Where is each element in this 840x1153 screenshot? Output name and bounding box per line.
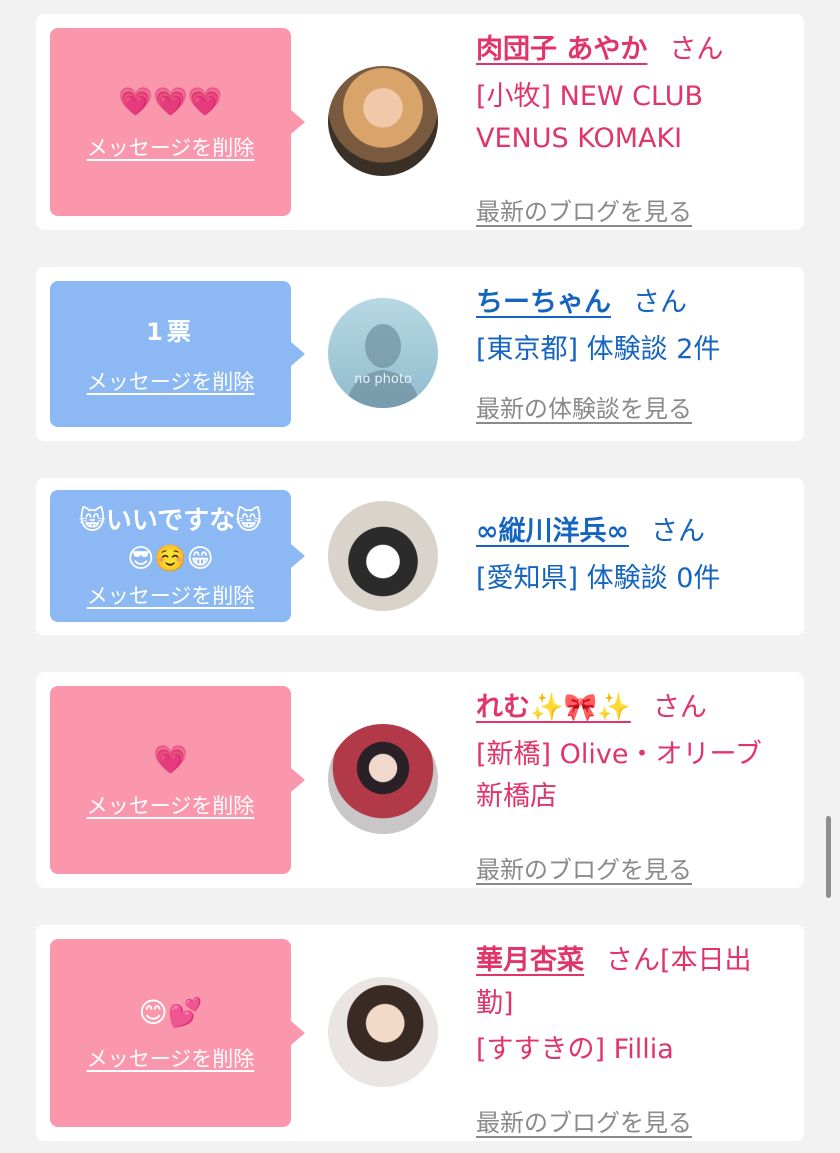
profile-info: 肉団子 あやか さん [小牧] NEW CLUB VENUS KOMAKI 最新の… bbox=[476, 28, 780, 226]
no-photo-label: no photo bbox=[354, 372, 412, 387]
profile-name-link[interactable]: 華月杏菜 bbox=[476, 945, 584, 976]
latest-blog-link[interactable]: 最新のブログを見る bbox=[476, 192, 692, 227]
avatar[interactable] bbox=[328, 501, 438, 611]
favorite-card: 1票 メッセージを削除 no photo ちーちゃん さん [東京都] 体験談 2… bbox=[36, 267, 804, 441]
delete-message-link[interactable]: メッセージを削除 bbox=[87, 132, 255, 162]
delete-message-link[interactable]: メッセージを削除 bbox=[87, 1043, 255, 1073]
avatar[interactable] bbox=[328, 724, 438, 834]
message-bubble: 💗 メッセージを削除 bbox=[50, 686, 305, 874]
message-text: 1票 bbox=[146, 318, 195, 346]
message-text: 😊💕 bbox=[138, 996, 203, 1029]
favorite-card: 😸いいですな😸 😎☺️😁 メッセージを削除 ∞縦川洋兵∞ さん [愛知県] 体験談… bbox=[36, 478, 804, 635]
message-text: 💗💗💗 bbox=[118, 85, 223, 118]
no-photo-silhouette-icon bbox=[346, 324, 420, 408]
favorite-card: 💗 メッセージを削除 れむ✨🎀✨ さん [新橋] Olive・オリーブ 新橋店 最… bbox=[36, 672, 804, 888]
latest-blog-link[interactable]: 最新のブログを見る bbox=[476, 1103, 692, 1138]
avatar[interactable]: no photo bbox=[328, 298, 438, 408]
latest-blog-link[interactable]: 最新のブログを見る bbox=[476, 850, 692, 885]
profile-name-link[interactable]: ∞縦川洋兵∞ bbox=[476, 516, 629, 547]
message-text-line2: 😎☺️😁 bbox=[127, 544, 214, 574]
message-bubble: 😊💕 メッセージを削除 bbox=[50, 939, 305, 1127]
honorific: さん bbox=[652, 692, 707, 723]
favorite-card: 💗💗💗 メッセージを削除 肉団子 あやか さん [小牧] NEW CLUB VEN… bbox=[36, 14, 804, 230]
profile-info: 華月杏菜 さん[本日出 勤] [すすきの] Fillia 最新のブログを見る bbox=[476, 939, 780, 1137]
favorite-card: 😊💕 メッセージを削除 華月杏菜 さん[本日出 勤] [すすきの] Fillia … bbox=[36, 925, 804, 1141]
honorific-continued: 勤] bbox=[476, 988, 514, 1019]
honorific: さん bbox=[633, 287, 687, 318]
shop-name: [小牧] NEW CLUB VENUS KOMAKI bbox=[476, 81, 704, 154]
shop-name: [新橋] Olive・オリーブ 新橋店 bbox=[476, 739, 762, 812]
delete-message-link[interactable]: メッセージを削除 bbox=[87, 580, 255, 610]
shop-name: 勤] [すすきの] Fillia bbox=[476, 983, 780, 1071]
profile-info: ちーちゃん さん [東京都] 体験談 2件 最新の体験談を見る bbox=[476, 281, 780, 423]
avatar[interactable] bbox=[328, 977, 438, 1087]
honorific: さん bbox=[650, 516, 705, 547]
message-bubble: 1票 メッセージを削除 bbox=[50, 281, 305, 427]
delete-message-link[interactable]: メッセージを削除 bbox=[87, 366, 255, 396]
latest-review-link[interactable]: 最新の体験談を見る bbox=[476, 389, 692, 424]
profile-name-link[interactable]: ちーちゃん bbox=[476, 287, 611, 318]
location-reviews: [愛知県] 体験談 0件 bbox=[476, 563, 721, 594]
location-reviews: [東京都] 体験談 2件 bbox=[476, 334, 721, 365]
message-bubble: 💗💗💗 メッセージを削除 bbox=[50, 28, 305, 216]
avatar[interactable] bbox=[328, 66, 438, 176]
message-text: 😸いいですな😸 bbox=[78, 506, 263, 536]
scrollbar[interactable] bbox=[826, 816, 831, 898]
profile-info: れむ✨🎀✨ さん [新橋] Olive・オリーブ 新橋店 最新のブログを見る bbox=[476, 686, 780, 884]
profile-name-link[interactable]: 肉団子 あやか bbox=[476, 34, 647, 65]
honorific: さん[本日出 bbox=[606, 945, 752, 976]
profile-info: ∞縦川洋兵∞ さん [愛知県] 体験談 0件 bbox=[476, 510, 780, 600]
honorific: さん bbox=[669, 34, 724, 65]
delete-message-link[interactable]: メッセージを削除 bbox=[87, 790, 255, 820]
profile-name-link[interactable]: れむ✨🎀✨ bbox=[476, 692, 631, 723]
message-bubble: 😸いいですな😸 😎☺️😁 メッセージを削除 bbox=[50, 490, 305, 622]
message-text: 💗 bbox=[153, 743, 188, 776]
